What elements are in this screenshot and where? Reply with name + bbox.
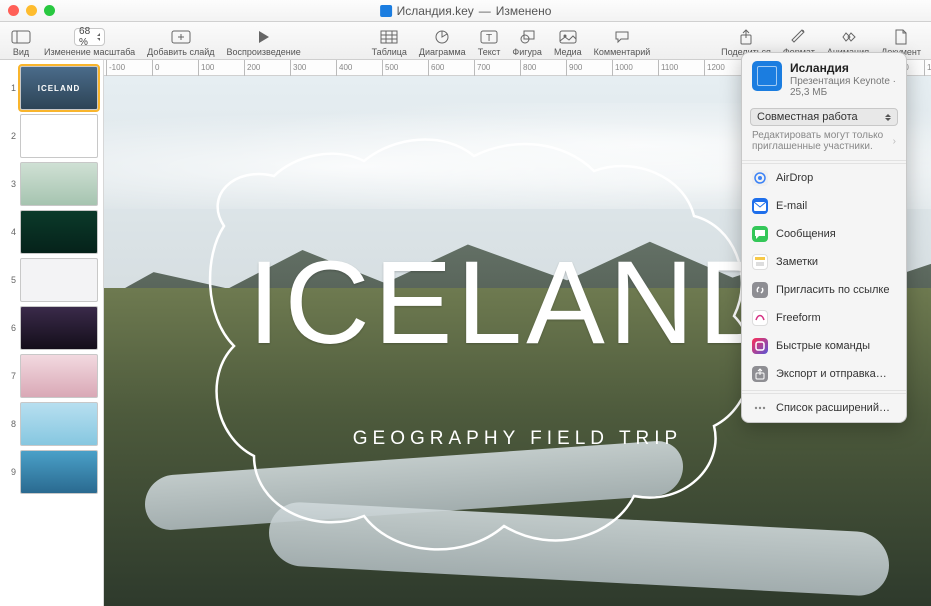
table-icon — [378, 28, 400, 46]
close-window-button[interactable] — [8, 5, 19, 16]
freeform-icon — [752, 310, 768, 326]
fullscreen-window-button[interactable] — [44, 5, 55, 16]
shortcuts-icon — [752, 338, 768, 354]
minimize-window-button[interactable] — [26, 5, 37, 16]
export-icon — [752, 366, 768, 382]
share-mail[interactable]: E-mail — [742, 192, 906, 220]
comment-icon — [611, 28, 633, 46]
share-messages[interactable]: Сообщения — [742, 220, 906, 248]
share-doc-subtitle: Презентация Keynote · 25,3 МБ — [790, 76, 896, 98]
shape-button[interactable]: Фигура — [506, 28, 548, 59]
slide-thumbnail-6[interactable]: 6 — [4, 306, 99, 350]
airdrop-icon — [752, 170, 768, 186]
comment-button[interactable]: Комментарий — [588, 28, 657, 59]
slide-thumbnail-8[interactable]: 8 — [4, 402, 99, 446]
play-icon — [253, 28, 275, 46]
play-button[interactable]: Воспроизведение — [220, 28, 306, 59]
window-controls — [8, 5, 55, 16]
share-notes[interactable]: Заметки — [742, 248, 906, 276]
slide-thumbnail-4[interactable]: 4 — [4, 210, 99, 254]
mail-icon — [752, 198, 768, 214]
chart-icon — [431, 28, 453, 46]
notes-icon — [752, 254, 768, 270]
link-icon — [752, 282, 768, 298]
window-titlebar: Исландия.key — Изменено — [0, 0, 931, 22]
text-icon: T — [478, 28, 500, 46]
messages-icon — [752, 226, 768, 242]
slide-thumbnail-2[interactable]: 2 — [4, 114, 99, 158]
share-freeform[interactable]: Freeform — [742, 304, 906, 332]
media-icon — [557, 28, 579, 46]
svg-text:T: T — [486, 33, 492, 44]
title-filename: Исландия.key — [397, 4, 474, 18]
collaboration-description[interactable]: Редактировать могут только приглашенные … — [742, 130, 906, 158]
view-button[interactable]: Вид — [4, 28, 38, 59]
keynote-document-icon — [380, 5, 392, 17]
animate-icon — [837, 28, 859, 46]
slide-thumbnail-1[interactable]: 1 — [4, 66, 99, 110]
slide-navigator[interactable]: 1 2 3 4 5 6 7 8 9 — [0, 60, 104, 606]
document-icon — [890, 28, 912, 46]
extensions-icon — [752, 400, 768, 416]
view-icon — [10, 28, 32, 46]
share-header: Исландия Презентация Keynote · 25,3 МБ — [742, 53, 906, 104]
media-button[interactable]: Медиа — [548, 28, 588, 59]
dropdown-icon — [885, 114, 891, 121]
document-preview-icon — [752, 61, 782, 91]
add-slide-icon — [170, 28, 192, 46]
share-popover: Исландия Презентация Keynote · 25,3 МБ С… — [741, 52, 907, 423]
share-shortcuts[interactable]: Быстрые команды — [742, 332, 906, 360]
document-title[interactable]: Исландия.key — Изменено — [380, 4, 552, 18]
share-airdrop[interactable]: AirDrop — [742, 163, 906, 192]
share-doc-name: Исландия — [790, 61, 896, 75]
share-extensions[interactable]: Список расширений… — [742, 393, 906, 422]
zoom-picker[interactable]: 68 % — [79, 28, 101, 46]
collaboration-mode-selector[interactable]: Совместная работа — [750, 108, 898, 126]
chart-button[interactable]: Диаграмма — [413, 28, 472, 59]
table-button[interactable]: Таблица — [366, 28, 413, 59]
zoom-control[interactable]: 68 % Изменение масштаба — [38, 28, 141, 59]
format-icon — [788, 28, 810, 46]
text-button[interactable]: T Текст — [472, 28, 507, 59]
slide-thumbnail-7[interactable]: 7 — [4, 354, 99, 398]
slide-thumbnail-9[interactable]: 9 — [4, 450, 99, 494]
shape-icon — [516, 28, 538, 46]
chevron-right-icon: › — [893, 136, 896, 147]
slide-thumbnail-5[interactable]: 5 — [4, 258, 99, 302]
slide-thumbnail-3[interactable]: 3 — [4, 162, 99, 206]
title-status: Изменено — [496, 4, 552, 18]
add-slide-button[interactable]: Добавить слайд — [141, 28, 220, 59]
share-invite-link[interactable]: Пригласить по ссылке — [742, 276, 906, 304]
share-export[interactable]: Экспорт и отправка… — [742, 360, 906, 388]
share-icon — [735, 28, 757, 46]
